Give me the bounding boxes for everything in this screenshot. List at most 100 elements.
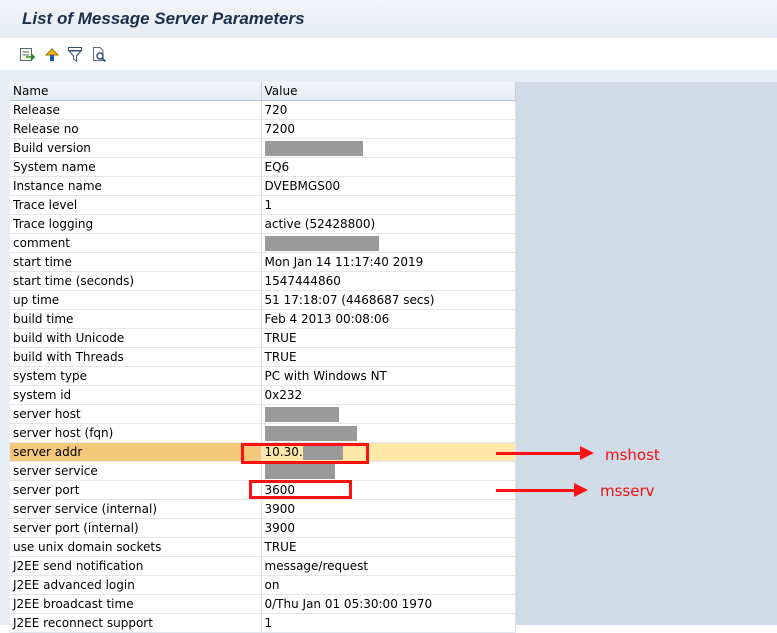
msserv-arrow-head [574,483,588,497]
sort-button[interactable] [43,45,61,63]
mshost-arrow-head [580,446,594,460]
param-value-text: 3900 [264,502,296,516]
column-header-name[interactable]: Name [10,82,262,101]
param-name-cell[interactable]: system type [10,366,262,386]
table-row[interactable]: J2EE reconnect support 1 [10,613,516,633]
param-name-cell[interactable]: J2EE send notification [10,556,262,576]
param-name-cell[interactable]: use unix domain sockets [10,537,262,557]
param-name-cell[interactable]: server service [10,461,262,481]
table-row[interactable]: Release no 7200 [10,119,516,139]
table-row[interactable]: Trace level 1 [10,195,516,215]
param-value-cell[interactable]: 0x232 [261,385,516,405]
param-value-cell[interactable] [261,423,516,443]
param-name-cell[interactable]: server port [10,480,262,500]
param-name-cell[interactable]: server service (internal) [10,499,262,519]
param-name-cell[interactable]: server port (internal) [10,518,262,538]
table-row[interactable]: system id 0x232 [10,385,516,405]
table-row[interactable]: Release 720 [10,100,516,120]
param-name-cell[interactable]: build with Threads [10,347,262,367]
table-row[interactable]: build time Feb 4 2013 00:08:06 [10,309,516,329]
param-name-cell[interactable]: up time [10,290,262,310]
find-button[interactable] [90,45,108,63]
table-row[interactable]: Build version [10,138,516,158]
table-row[interactable]: up time 51 17:18:07 (4468687 secs) [10,290,516,310]
table-row[interactable]: comment [10,233,516,253]
param-name-cell[interactable]: J2EE advanced login [10,575,262,595]
param-value-cell[interactable]: 1 [261,195,516,215]
table-row[interactable]: system type PC with Windows NT [10,366,516,386]
table-row[interactable]: server host [10,404,516,424]
param-value-cell[interactable]: 3900 [261,499,516,519]
param-name-cell[interactable]: Instance name [10,176,262,196]
table-header-row: Name Value [10,82,516,101]
param-name-cell[interactable]: start time [10,252,262,272]
param-name-cell[interactable]: server addr [10,442,262,462]
table-row[interactable]: J2EE advanced login on [10,575,516,595]
param-name-cell[interactable]: build with Unicode [10,328,262,348]
param-value-cell[interactable]: on [261,575,516,595]
param-value-cell[interactable]: 720 [261,100,516,120]
param-value-cell[interactable] [261,138,516,158]
param-value-cell[interactable]: TRUE [261,537,516,557]
param-name-cell[interactable]: System name [10,157,262,177]
table-row[interactable]: server service [10,461,516,481]
parameters-table: Name Value Release 720 Release no 7200 Build… [10,82,516,633]
table-row[interactable]: build with Threads TRUE [10,347,516,367]
param-value-cell[interactable]: TRUE [261,328,516,348]
param-name-cell[interactable]: Build version [10,138,262,158]
param-value-text: 0x232 [264,388,303,402]
param-value-text: PC with Windows NT [264,369,387,383]
param-name-cell[interactable]: J2EE reconnect support [10,613,262,633]
param-value-cell[interactable] [261,404,516,424]
param-value-cell[interactable]: 0/Thu Jan 01 05:30:00 1970 [261,594,516,614]
table-row[interactable]: start time (seconds) 1547444860 [10,271,516,291]
mshost-label: mshost [605,446,660,464]
table-row[interactable]: build with Unicode TRUE [10,328,516,348]
param-value-cell[interactable]: EQ6 [261,157,516,177]
param-name-cell[interactable]: start time (seconds) [10,271,262,291]
param-value-cell[interactable]: 1 [261,613,516,633]
table-row[interactable]: use unix domain sockets TRUE [10,537,516,557]
param-value-text: Feb 4 2013 00:08:06 [264,312,390,326]
param-value-text: Mon Jan 14 11:17:40 2019 [264,255,424,269]
param-name-cell[interactable]: system id [10,385,262,405]
server-addr-highlight-box [241,443,369,464]
param-value-cell[interactable]: 1547444860 [261,271,516,291]
column-header-value[interactable]: Value [261,82,516,101]
param-name-cell[interactable]: Trace level [10,195,262,215]
table-row[interactable]: start time Mon Jan 14 11:17:40 2019 [10,252,516,272]
param-name-cell[interactable]: J2EE broadcast time [10,594,262,614]
find-icon [93,47,107,62]
param-value-cell[interactable] [261,233,516,253]
param-value-cell[interactable]: active (52428800) [261,214,516,234]
table-row[interactable]: System name EQ6 [10,157,516,177]
table-row[interactable]: Instance name DVEBMGS00 [10,176,516,196]
param-name-cell[interactable]: server host [10,404,262,424]
param-value-cell[interactable]: 51 17:18:07 (4468687 secs) [261,290,516,310]
param-name-cell[interactable]: Trace logging [10,214,262,234]
param-value-cell[interactable]: message/request [261,556,516,576]
table-row[interactable]: Trace logging active (52428800) [10,214,516,234]
param-name-cell[interactable]: Release no [10,119,262,139]
title-bar: List of Message Server Parameters [0,0,777,39]
param-value-cell[interactable]: Feb 4 2013 00:08:06 [261,309,516,329]
table-row[interactable]: J2EE broadcast time 0/Thu Jan 01 05:30:00… [10,594,516,614]
filter-button[interactable] [66,45,84,63]
param-value-cell[interactable]: PC with Windows NT [261,366,516,386]
table-row[interactable]: server host (fqn) [10,423,516,443]
param-value-cell[interactable]: Mon Jan 14 11:17:40 2019 [261,252,516,272]
param-value-cell[interactable]: 7200 [261,119,516,139]
param-name-cell[interactable]: server host (fqn) [10,423,262,443]
export-button[interactable] [18,45,36,63]
param-value-text: TRUE [264,331,297,345]
table-row[interactable]: J2EE send notification message/request [10,556,516,576]
param-value-cell[interactable]: 3900 [261,518,516,538]
param-name-cell[interactable]: build time [10,309,262,329]
param-name-cell[interactable]: comment [10,233,262,253]
param-value-cell[interactable]: TRUE [261,347,516,367]
param-value-cell[interactable] [261,461,516,481]
table-row[interactable]: server service (internal) 3900 [10,499,516,519]
param-value-cell[interactable]: DVEBMGS00 [261,176,516,196]
table-row[interactable]: server port (internal) 3900 [10,518,516,538]
param-name-cell[interactable]: Release [10,100,262,120]
